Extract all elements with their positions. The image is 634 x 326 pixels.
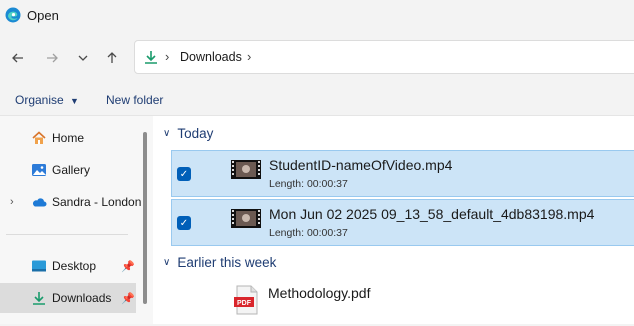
- sidebar-item-gallery[interactable]: Gallery: [0, 155, 136, 185]
- group-header-label: Earlier this week: [177, 255, 277, 270]
- checkbox-checked-icon[interactable]: ✓: [177, 167, 191, 181]
- svg-text:PDF: PDF: [237, 300, 252, 307]
- checkbox-checked-icon[interactable]: ✓: [177, 216, 191, 230]
- arrow-up-icon[interactable]: [102, 48, 122, 68]
- chevron-down-icon[interactable]: [73, 48, 93, 68]
- breadcrumb-separator-icon[interactable]: ›: [165, 49, 169, 64]
- download-icon: [33, 292, 45, 305]
- breadcrumb-separator-icon[interactable]: ›: [247, 49, 251, 64]
- sidebar-scrollbar[interactable]: [143, 132, 147, 304]
- address-bar[interactable]: › Downloads ›: [134, 40, 634, 74]
- new-folder-button[interactable]: New folder: [106, 93, 163, 107]
- file-list: ∨ Today ✓ StudentID-nameOfVideo.mp4 Leng…: [153, 116, 634, 324]
- sidebar-item-label: Gallery: [52, 163, 91, 177]
- file-length: Length: 00:00:37: [269, 178, 348, 190]
- pin-icon[interactable]: 📌: [121, 260, 135, 273]
- video-thumbnail-icon: [231, 160, 261, 179]
- download-icon: [145, 51, 157, 64]
- file-length: Length: 00:00:37: [269, 227, 348, 239]
- sidebar-item-onedrive[interactable]: › Sandra - London: [0, 187, 141, 217]
- navigation-bar: › Downloads ›: [0, 32, 634, 82]
- sidebar-item-downloads[interactable]: Downloads 📌: [0, 283, 136, 313]
- sidebar-item-label: Downloads: [52, 291, 112, 305]
- organise-label: Organise: [15, 93, 64, 107]
- file-name: Methodology.pdf: [268, 285, 371, 301]
- window-title: Open: [27, 8, 59, 23]
- file-name: StudentID-nameOfVideo.mp4: [269, 157, 453, 173]
- collapse-chevron-icon[interactable]: ∨: [163, 257, 170, 268]
- group-header-label: Today: [177, 126, 214, 141]
- gallery-icon: [32, 164, 46, 176]
- navigation-pane: Home Gallery › Sandra - London Desktop 📌…: [0, 116, 153, 324]
- dropdown-caret-icon: ▼: [70, 96, 79, 106]
- home-icon: [32, 131, 46, 144]
- collapse-chevron-icon[interactable]: ∨: [163, 128, 170, 139]
- desktop-icon: [32, 260, 46, 272]
- command-bar: Organise ▼ New folder: [0, 82, 634, 116]
- breadcrumb-downloads[interactable]: Downloads: [180, 50, 242, 64]
- sidebar-item-home[interactable]: Home: [0, 123, 136, 153]
- arrow-left-icon[interactable]: [8, 48, 28, 68]
- file-row[interactable]: PDF Methodology.pdf: [171, 279, 634, 326]
- file-row[interactable]: ✓ StudentID-nameOfVideo.mp4 Length: 00:0…: [171, 150, 634, 197]
- pin-icon[interactable]: 📌: [121, 292, 135, 305]
- expand-chevron-icon[interactable]: ›: [10, 196, 14, 208]
- onedrive-icon: [32, 198, 47, 207]
- arrow-right-icon[interactable]: [42, 48, 62, 68]
- organise-button[interactable]: Organise ▼: [15, 93, 79, 107]
- sidebar-item-label: Home: [52, 131, 85, 145]
- sidebar-divider: [6, 234, 128, 235]
- file-name: Mon Jun 02 2025 09_13_58_default_4db8319…: [269, 206, 595, 222]
- sidebar-item-desktop[interactable]: Desktop 📌: [0, 251, 136, 281]
- file-row[interactable]: ✓ Mon Jun 02 2025 09_13_58_default_4db83…: [171, 199, 634, 246]
- group-header-today[interactable]: ∨ Today: [163, 126, 213, 141]
- title-bar: Open: [0, 0, 634, 32]
- group-header-earlier-this-week[interactable]: ∨ Earlier this week: [163, 255, 276, 270]
- edge-icon: [5, 7, 21, 23]
- sidebar-item-label: Desktop: [52, 259, 97, 273]
- pdf-icon: PDF: [234, 285, 258, 315]
- video-thumbnail-icon: [231, 209, 261, 228]
- sidebar-item-label: Sandra - London: [52, 195, 142, 209]
